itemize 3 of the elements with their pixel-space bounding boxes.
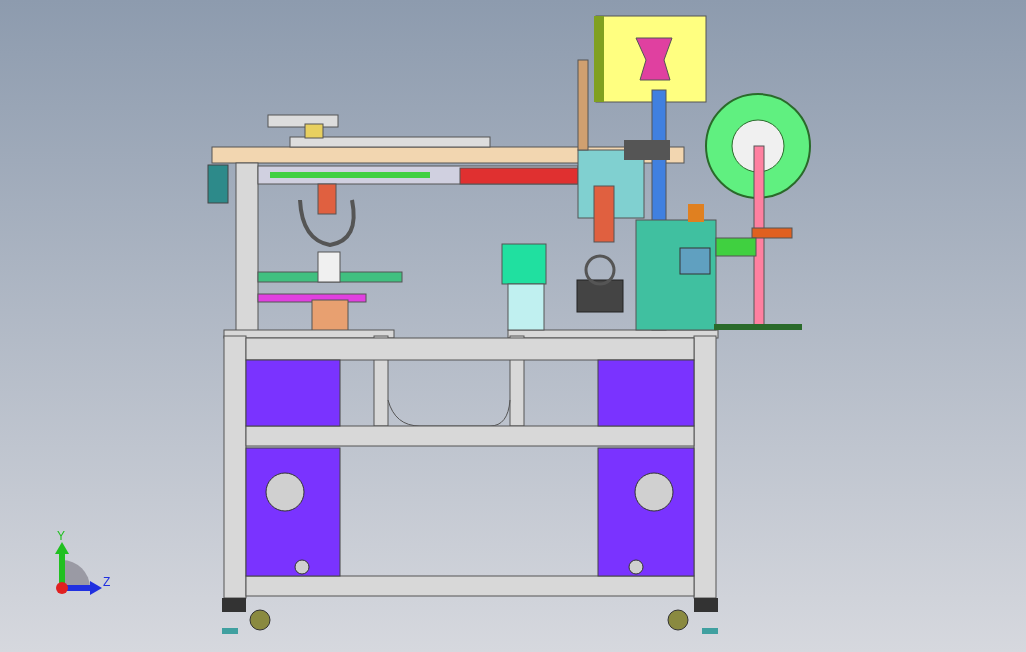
y-axis-label: Y bbox=[57, 530, 65, 542]
model-viewport[interactable]: Y Z bbox=[0, 0, 1026, 652]
z-axis-label: Z bbox=[103, 576, 111, 588]
